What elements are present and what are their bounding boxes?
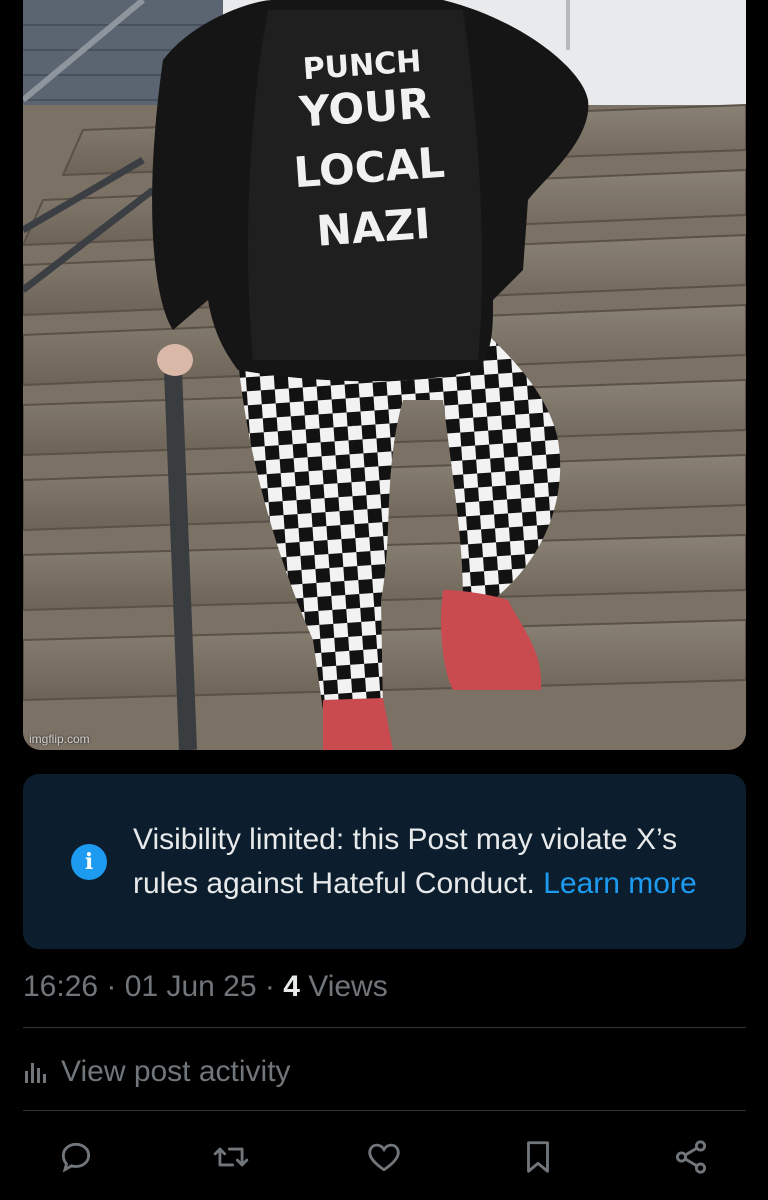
post-time: 16:26 [23,970,99,1003]
repost-button[interactable] [206,1132,256,1182]
divider [23,1110,746,1111]
notice-text: Visibility limited: this Post may violat… [133,818,716,906]
share-button[interactable] [666,1132,716,1182]
meta-separator: · [98,970,125,1003]
views-label: Views [299,970,388,1003]
bar-chart-icon [23,1059,49,1085]
image-watermark: imgflip.com [29,732,90,746]
divider [23,1027,746,1028]
heart-icon [368,1143,400,1172]
photo-illustration: PUNCH YOUR LOCAL NAZI [23,0,746,750]
meta-separator: · [256,970,284,1003]
shirt-text-line-4: NAZI [315,199,432,256]
views-count: 4 [283,970,300,1003]
reply-button[interactable] [51,1132,101,1182]
bookmark-button[interactable] [513,1132,563,1182]
info-icon: i [71,843,107,880]
share-icon [675,1140,707,1174]
bookmark-icon [527,1141,549,1173]
shirt-text-line-2: YOUR [297,79,432,137]
repost-icon [213,1147,249,1167]
post-detail: PUNCH YOUR LOCAL NAZI imgflip.com i Visi… [0,0,768,1200]
reply-icon [61,1142,91,1173]
visibility-notice: i Visibility limited: this Post may viol… [23,774,746,949]
learn-more-link[interactable]: Learn more [543,867,696,900]
post-date: 01 Jun 25 [124,970,257,1003]
action-bar [0,1132,768,1182]
post-meta: 16:26 · 01 Jun 25 · 4 Views [23,965,388,1009]
like-button[interactable] [359,1132,409,1182]
post-image[interactable]: PUNCH YOUR LOCAL NAZI imgflip.com [23,0,746,750]
view-post-activity-button[interactable]: View post activity [23,1050,291,1094]
view-post-activity-label: View post activity [61,1055,291,1088]
